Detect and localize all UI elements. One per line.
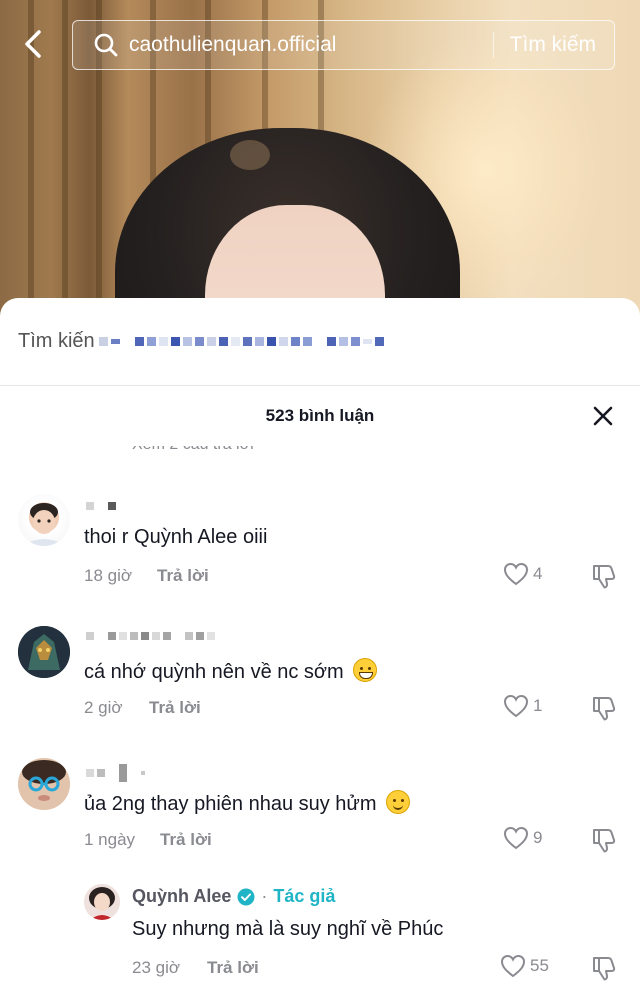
comment-text-content: cá nhớ quỳnh nên về nc sớm — [84, 661, 344, 683]
search-submit-button[interactable]: Tìm kiếm — [494, 33, 614, 57]
comment-text: thoi r Quỳnh Alee oiii — [84, 526, 268, 548]
heart-icon — [503, 694, 529, 718]
heart-icon — [503, 562, 529, 586]
reply-button[interactable]: Trả lời — [160, 830, 212, 850]
top-search-bar: caothulienquan.official Tìm kiếm — [0, 0, 640, 90]
dislike-icon[interactable] — [590, 694, 618, 722]
reply-text: Suy nhưng mà là suy nghĩ về Phúc — [132, 918, 444, 940]
dislike-icon[interactable] — [590, 562, 618, 590]
comments-header: 523 bình luận — [0, 386, 640, 446]
hair-clip — [230, 140, 270, 170]
back-button[interactable] — [18, 26, 48, 62]
reply-username-row[interactable]: Quỳnh Alee · Tác giả — [132, 886, 335, 907]
search-query[interactable]: caothulienquan.official — [129, 33, 493, 57]
like-button[interactable]: 1 — [503, 694, 542, 718]
reply-button[interactable]: Trả lời — [207, 958, 259, 978]
like-count: 4 — [533, 564, 543, 583]
dislike-icon[interactable] — [590, 954, 618, 982]
pixelated-suggestion — [98, 337, 384, 346]
reply-time: 23 giờ — [132, 958, 181, 977]
separator-dot: · — [261, 886, 268, 906]
search-suggestion[interactable]: Tìm kiến — [0, 298, 640, 386]
heart-icon — [503, 826, 529, 850]
like-button[interactable]: 9 — [503, 826, 542, 850]
comment-count: 523 bình luận — [265, 406, 375, 425]
verified-badge-icon — [237, 888, 255, 905]
username-redacted[interactable] — [86, 764, 145, 782]
comment-time: 2 giờ — [84, 698, 123, 717]
search-field[interactable]: caothulienquan.official Tìm kiếm — [72, 20, 615, 70]
like-count: 55 — [530, 956, 549, 975]
like-count: 1 — [533, 696, 543, 715]
reply-button[interactable]: Trả lời — [149, 698, 201, 718]
avatar[interactable] — [18, 626, 70, 678]
search-icon — [91, 30, 121, 60]
username-redacted[interactable] — [86, 502, 116, 510]
comment-time: 1 ngày — [84, 830, 136, 849]
author-tag: Tác giả — [273, 886, 336, 906]
reply-button[interactable]: Trả lời — [157, 566, 209, 586]
reply-username: Quỳnh Alee — [132, 886, 232, 906]
view-replies-text: Xem 2 câu trả lời — [132, 446, 254, 454]
avatar[interactable] — [18, 758, 70, 810]
comment-text-content: ủa 2ng thay phiên nhau suy hửm — [84, 793, 377, 815]
comment-time: 18 giờ — [84, 566, 133, 585]
like-button[interactable]: 4 — [503, 562, 542, 586]
like-count: 9 — [533, 828, 543, 847]
view-replies-link[interactable]: Xem 2 câu trả lời — [0, 446, 640, 466]
comment-text: ủa 2ng thay phiên nhau suy hửm — [84, 790, 411, 816]
username-redacted[interactable] — [86, 632, 215, 640]
heart-icon — [500, 954, 526, 978]
chevron-left-icon — [25, 30, 41, 58]
avatar[interactable] — [18, 494, 70, 546]
close-icon[interactable] — [592, 405, 614, 427]
comment-text: cá nhớ quỳnh nên về nc sớm — [84, 658, 378, 684]
suggestion-label: Tìm kiến — [18, 330, 95, 352]
smiling-face-icon — [386, 790, 411, 814]
avatar[interactable] — [84, 884, 120, 920]
grinning-face-icon — [353, 658, 378, 682]
like-button[interactable]: 55 — [500, 954, 549, 978]
dislike-icon[interactable] — [590, 826, 618, 854]
comments-sheet: Tìm kiến 523 bình luận Xem 2 câu trả lời — [0, 298, 640, 988]
